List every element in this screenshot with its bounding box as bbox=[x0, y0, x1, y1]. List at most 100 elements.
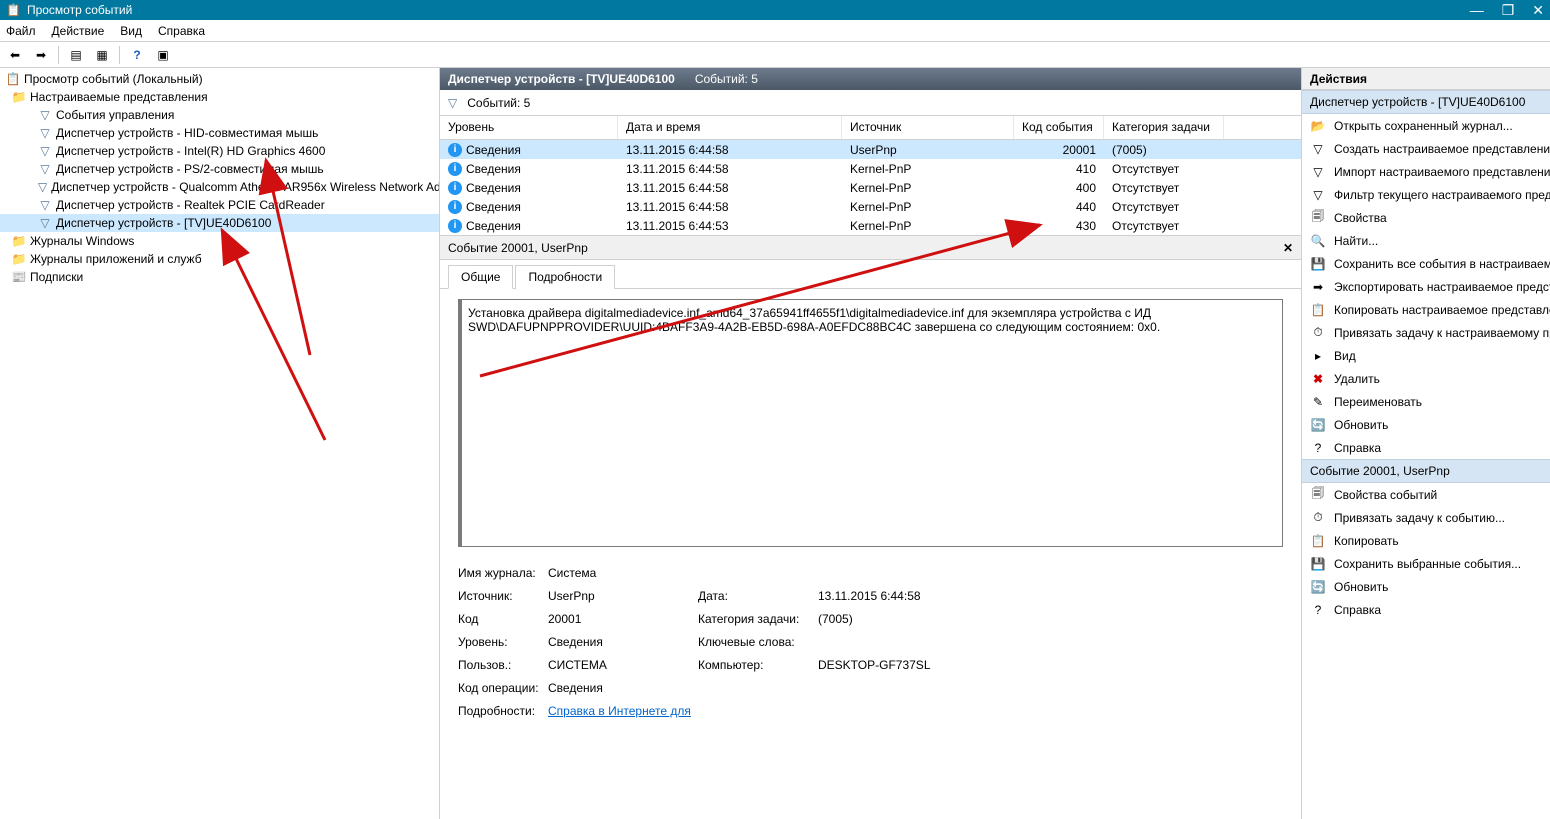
action-item[interactable]: ▽Импорт настраиваемого представления... bbox=[1302, 160, 1550, 183]
tree-windows-logs[interactable]: 📁 Журналы Windows bbox=[0, 232, 439, 250]
filter-icon: ▽ bbox=[38, 144, 52, 158]
event-row[interactable]: iСведения13.11.2015 6:44:58Kernel-PnP400… bbox=[440, 178, 1301, 197]
toolbar-separator bbox=[58, 46, 59, 64]
cell-date: 13.11.2015 6:44:58 bbox=[618, 142, 842, 158]
event-row[interactable]: iСведения13.11.2015 6:44:58Kernel-PnP410… bbox=[440, 159, 1301, 178]
tree-item[interactable]: ▽Диспетчер устройств - [TV]UE40D6100 bbox=[0, 214, 439, 232]
tree-item-label: Диспетчер устройств - PS/2-совместимая м… bbox=[56, 162, 324, 176]
action-icon: 💾 bbox=[1310, 256, 1326, 272]
cell-category: Отсутствует bbox=[1104, 199, 1224, 215]
prop-user-value: СИСТЕМА bbox=[548, 658, 698, 672]
menu-action[interactable]: Действие bbox=[52, 24, 105, 38]
tree-item[interactable]: ▽События управления bbox=[0, 106, 439, 124]
action-item[interactable]: 🔄Обновить bbox=[1302, 413, 1550, 436]
action-item[interactable]: 💾Сохранить выбранные события... bbox=[1302, 552, 1550, 575]
action-item[interactable]: 🗐Свойства bbox=[1302, 206, 1550, 229]
cell-category: Отсутствует bbox=[1104, 218, 1224, 234]
tab-details[interactable]: Подробности bbox=[515, 265, 615, 289]
tree-custom-views[interactable]: 📁 Настраиваемые представления bbox=[0, 88, 439, 106]
detail-close-button[interactable]: ✕ bbox=[1283, 241, 1293, 255]
menu-view[interactable]: Вид bbox=[120, 24, 142, 38]
center-title: Диспетчер устройств - [TV]UE40D6100 bbox=[448, 72, 675, 86]
event-grid[interactable]: Уровень Дата и время Источник Код событи… bbox=[440, 116, 1301, 236]
minimize-button[interactable]: — bbox=[1470, 2, 1484, 18]
navigation-tree[interactable]: 📋 Просмотр событий (Локальный) 📁 Настраи… bbox=[0, 68, 440, 819]
tree-item[interactable]: ▽Диспетчер устройств - PS/2-совместимая … bbox=[0, 160, 439, 178]
prop-source-value: UserPnp bbox=[548, 589, 698, 603]
col-code[interactable]: Код события bbox=[1014, 116, 1104, 139]
action-item[interactable]: 🗐Свойства событий bbox=[1302, 483, 1550, 506]
eventviewer-icon: 📋 bbox=[6, 72, 20, 86]
action-item[interactable]: 🔍Найти... bbox=[1302, 229, 1550, 252]
menu-help[interactable]: Справка bbox=[158, 24, 205, 38]
col-source[interactable]: Источник bbox=[842, 116, 1014, 139]
tab-general[interactable]: Общие bbox=[448, 265, 513, 289]
action-item[interactable]: ▽Создать настраиваемое представление... bbox=[1302, 137, 1550, 160]
event-row[interactable]: iСведения13.11.2015 6:44:58UserPnp20001(… bbox=[440, 140, 1301, 159]
event-row[interactable]: iСведения13.11.2015 6:44:58Kernel-PnP440… bbox=[440, 197, 1301, 216]
action-label: Обновить bbox=[1334, 580, 1388, 594]
window-title: Просмотр событий bbox=[27, 3, 132, 17]
actions-pane: Действия Диспетчер устройств - [TV]UE40D… bbox=[1302, 68, 1550, 819]
online-help-link[interactable]: Справка в Интернете для bbox=[548, 704, 691, 718]
tree-root[interactable]: 📋 Просмотр событий (Локальный) bbox=[0, 70, 439, 88]
tree-app-logs[interactable]: 📁 Журналы приложений и служб bbox=[0, 250, 439, 268]
tree-root-label: Просмотр событий (Локальный) bbox=[24, 72, 203, 86]
export-button[interactable]: ▦ bbox=[91, 44, 113, 66]
action-item[interactable]: ✖Удалить bbox=[1302, 367, 1550, 390]
action-item[interactable]: ▸Вид bbox=[1302, 344, 1550, 367]
action-item[interactable]: ▽Фильтр текущего настраиваемого представ… bbox=[1302, 183, 1550, 206]
prop-more-label: Подробности: bbox=[458, 704, 548, 718]
info-icon: i bbox=[448, 181, 462, 195]
prop-code-value: 20001 bbox=[548, 612, 698, 626]
prop-cat-value: (7005) bbox=[818, 612, 853, 626]
action-item[interactable]: 📋Копировать настраиваемое представление.… bbox=[1302, 298, 1550, 321]
action-label: Создать настраиваемое представление... bbox=[1334, 142, 1550, 156]
event-detail-pane: Событие 20001, UserPnp ✕ Общие Подробнос… bbox=[440, 236, 1301, 819]
action-item[interactable]: ?Справка bbox=[1302, 598, 1550, 621]
cell-level: Сведения bbox=[466, 219, 521, 233]
show-hide-tree-button[interactable]: ▤ bbox=[65, 44, 87, 66]
tree-item[interactable]: ▽Диспетчер устройств - Qualcomm Atheros … bbox=[0, 178, 439, 196]
tree-item[interactable]: ▽Диспетчер устройств - HID-совместимая м… bbox=[0, 124, 439, 142]
refresh-button[interactable]: ▣ bbox=[152, 44, 174, 66]
toolbar: ⬅ ➡ ▤ ▦ ? ▣ bbox=[0, 42, 1550, 68]
forward-button[interactable]: ➡ bbox=[30, 44, 52, 66]
action-label: Фильтр текущего настраиваемого представл… bbox=[1334, 188, 1550, 202]
col-level[interactable]: Уровень bbox=[440, 116, 618, 139]
back-button[interactable]: ⬅ bbox=[4, 44, 26, 66]
folder-icon: 📁 bbox=[12, 234, 26, 248]
grid-header[interactable]: Уровень Дата и время Источник Код событи… bbox=[440, 116, 1301, 140]
maximize-button[interactable]: ❐ bbox=[1502, 2, 1515, 19]
tree-item[interactable]: ▽Диспетчер устройств - Realtek PCIE Card… bbox=[0, 196, 439, 214]
action-item[interactable]: 💾Сохранить все события в настраиваемом..… bbox=[1302, 252, 1550, 275]
help-button[interactable]: ? bbox=[126, 44, 148, 66]
filter-icon: ▽ bbox=[38, 216, 52, 230]
tree-item-label: Диспетчер устройств - Intel(R) HD Graphi… bbox=[56, 144, 325, 158]
action-item[interactable]: ⏱Привязать задачу к настраиваемому предс… bbox=[1302, 321, 1550, 344]
cell-code: 440 bbox=[1014, 199, 1104, 215]
tree-item-label: Диспетчер устройств - HID-совместимая мы… bbox=[56, 126, 318, 140]
cell-date: 13.11.2015 6:44:58 bbox=[618, 161, 842, 177]
close-button[interactable]: ✕ bbox=[1532, 2, 1544, 19]
tree-subscriptions[interactable]: 📰 Подписки bbox=[0, 268, 439, 286]
action-item[interactable]: ✎Переименовать bbox=[1302, 390, 1550, 413]
action-item[interactable]: 📂Открыть сохраненный журнал... bbox=[1302, 114, 1550, 137]
cell-category: (7005) bbox=[1104, 142, 1224, 158]
cell-source: Kernel-PnP bbox=[842, 161, 1014, 177]
action-item[interactable]: 📋Копировать bbox=[1302, 529, 1550, 552]
tree-item[interactable]: ▽ Диспетчер устройств - Intel(R) HD Graph… bbox=[0, 142, 439, 160]
event-row[interactable]: iСведения13.11.2015 6:44:53Kernel-PnP430… bbox=[440, 216, 1301, 235]
col-category[interactable]: Категория задачи bbox=[1104, 116, 1224, 139]
col-date[interactable]: Дата и время bbox=[618, 116, 842, 139]
action-item[interactable]: 🔄Обновить bbox=[1302, 575, 1550, 598]
action-item[interactable]: ⏱Привязать задачу к событию... bbox=[1302, 506, 1550, 529]
prop-level-value: Сведения bbox=[548, 635, 698, 649]
menu-file[interactable]: Файл bbox=[6, 24, 36, 38]
actions-section-2: Событие 20001, UserPnp bbox=[1302, 459, 1550, 483]
action-icon: ? bbox=[1310, 440, 1326, 456]
action-item[interactable]: ➡Экспортировать настраиваемое представле… bbox=[1302, 275, 1550, 298]
action-item[interactable]: ?Справка bbox=[1302, 436, 1550, 459]
prop-logname-value: Система bbox=[548, 566, 698, 580]
subscriptions-icon: 📰 bbox=[12, 270, 26, 284]
